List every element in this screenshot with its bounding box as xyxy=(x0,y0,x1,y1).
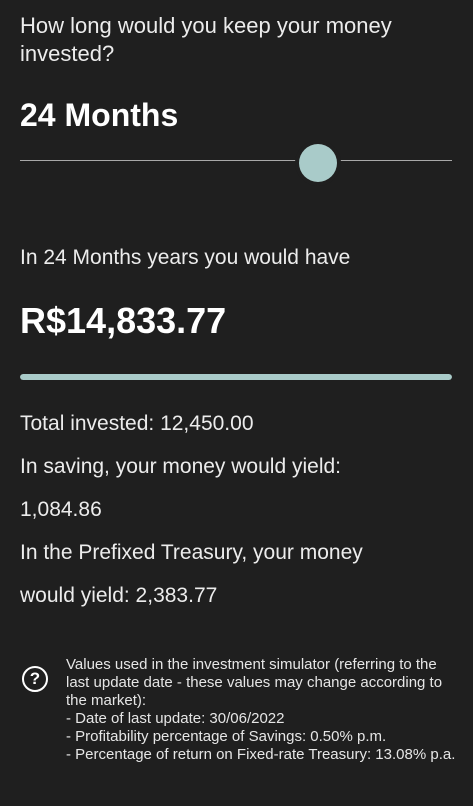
question-icon: ? xyxy=(22,666,48,692)
slider-thumb[interactable] xyxy=(299,144,338,182)
result-progress-fill xyxy=(20,374,452,380)
result-amount: R$14,833.77 xyxy=(20,300,227,341)
savings-yield-label: In saving, your money would yield: xyxy=(20,455,341,478)
savings-yield-value: 1,084.86 xyxy=(20,498,102,521)
question-heading: How long would you keep your money inves… xyxy=(20,13,392,66)
result-intro: In 24 Months years you would have xyxy=(20,246,351,269)
treasury-yield-value: would yield: 2,383.77 xyxy=(20,584,218,607)
info-line: - Profitability percentage of Savings: 0… xyxy=(66,728,387,745)
slider-track[interactable] xyxy=(20,160,452,161)
total-invested-text: Total invested: 12,450.00 xyxy=(20,412,254,435)
info-text: Values used in the investment simulator … xyxy=(66,656,456,764)
treasury-yield-label: In the Prefixed Treasury, your money xyxy=(20,541,363,564)
info-line: - Date of last update: 30/06/2022 xyxy=(66,710,285,727)
duration-value: 24 Months xyxy=(20,97,179,133)
duration-slider[interactable] xyxy=(20,140,452,182)
info-line: Values used in the investment simulator … xyxy=(66,656,443,709)
result-progress-bar xyxy=(20,374,452,380)
info-line: - Percentage of return on Fixed-rate Tre… xyxy=(66,746,456,763)
details-list: Total invested: 12,450.00 In saving, you… xyxy=(20,402,450,617)
